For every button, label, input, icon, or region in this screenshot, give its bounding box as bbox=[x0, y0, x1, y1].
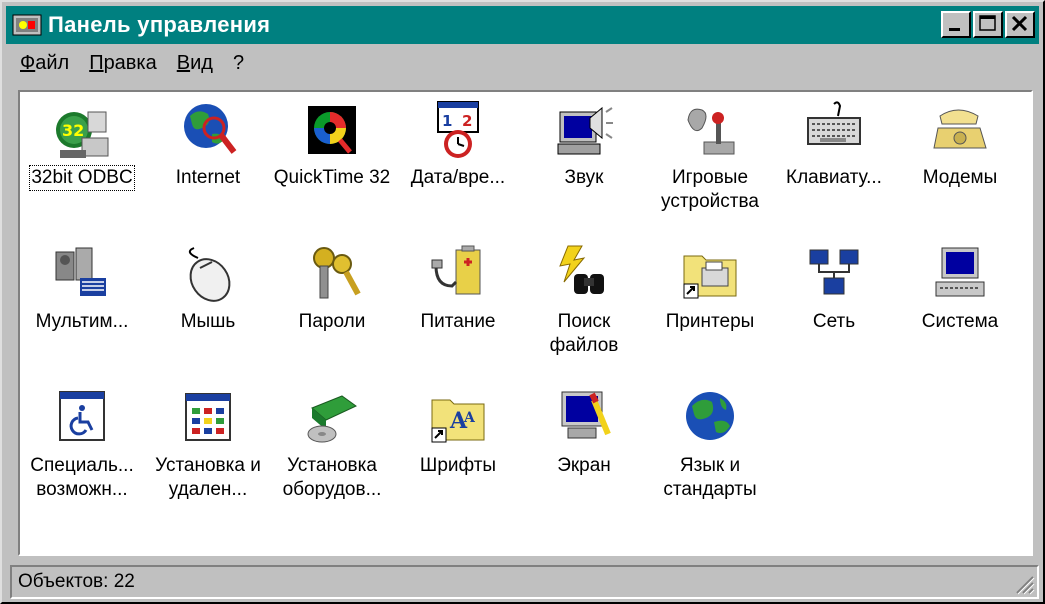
internet-globe-icon bbox=[184, 104, 237, 154]
icon-view: 32 32bit ODBC Internet QuickTime 32 1 2 … bbox=[18, 90, 1033, 556]
item-label: Клавиату... bbox=[786, 167, 882, 188]
minimize-button[interactable] bbox=[941, 11, 971, 38]
control-panel-item-date-time[interactable]: 1 2 Дата/вре... bbox=[396, 98, 520, 190]
item-label: Экран bbox=[557, 455, 611, 476]
menu-file[interactable]: Файл bbox=[20, 52, 69, 75]
control-panel-item-power[interactable]: Питание bbox=[396, 242, 520, 334]
svg-text:1: 1 bbox=[442, 112, 452, 130]
close-button[interactable] bbox=[1005, 11, 1035, 38]
item-label: Дата/вре... bbox=[410, 167, 506, 188]
add-hardware-icon bbox=[307, 395, 357, 443]
keyboard-icon bbox=[807, 101, 861, 145]
maximize-button[interactable] bbox=[973, 11, 1003, 38]
item-label: Система bbox=[921, 311, 999, 332]
item-label: 32bit ODBC bbox=[29, 165, 135, 191]
sound-icon bbox=[557, 106, 613, 155]
control-panel-item-display[interactable]: Экран bbox=[522, 386, 646, 478]
menu-view[interactable]: Вид bbox=[177, 52, 213, 75]
close-icon bbox=[1011, 15, 1028, 32]
maximize-icon bbox=[979, 15, 996, 31]
power-icon bbox=[431, 245, 481, 295]
control-panel-item-mouse[interactable]: Мышь bbox=[146, 242, 270, 334]
control-panel-item-fonts[interactable]: A A Шрифты bbox=[396, 386, 520, 478]
network-icon bbox=[809, 249, 859, 295]
window-title: Панель управления bbox=[48, 12, 271, 37]
minimize-icon bbox=[949, 28, 960, 31]
control-panel-item-add-hardware[interactable]: Установка оборудов... bbox=[270, 386, 394, 502]
item-label: Звук bbox=[564, 167, 604, 188]
control-panel-item-quicktime[interactable]: QuickTime 32 bbox=[270, 98, 394, 190]
menu-bar: Файл Правка Вид ? bbox=[6, 46, 250, 80]
accessibility-icon bbox=[59, 391, 105, 441]
control-panel-item-game-controllers[interactable]: Игровые устройства bbox=[648, 98, 772, 214]
item-label: Специаль... возможн... bbox=[30, 455, 134, 500]
control-panel-item-multimedia[interactable]: Мультим... bbox=[20, 242, 144, 334]
item-label: Установка оборудов... bbox=[282, 455, 382, 500]
find-files-icon bbox=[559, 245, 604, 294]
regional-settings-globe-icon bbox=[686, 392, 734, 440]
display-icon bbox=[561, 391, 611, 439]
item-label: Установка и удален... bbox=[155, 455, 261, 500]
item-label: Язык и стандарты bbox=[663, 455, 757, 500]
item-label: Шрифты bbox=[419, 455, 497, 476]
control-panel-item-modems[interactable]: Модемы bbox=[898, 98, 1022, 190]
resize-grip-icon[interactable] bbox=[1013, 573, 1035, 595]
item-label: QuickTime 32 bbox=[273, 167, 391, 188]
svg-text:A: A bbox=[463, 410, 476, 426]
title-bar[interactable]: Панель управления bbox=[6, 6, 1039, 44]
add-remove-programs-icon bbox=[185, 393, 231, 441]
menu-help[interactable]: ? bbox=[233, 52, 244, 75]
control-panel-item-passwords[interactable]: Пароли bbox=[270, 242, 394, 334]
control-panel-item-find-files[interactable]: Поиск файлов bbox=[522, 242, 646, 358]
control-panel-item-add-remove-programs[interactable]: Установка и удален... bbox=[146, 386, 270, 502]
control-panel-icon bbox=[12, 13, 42, 37]
control-panel-item-regional-settings[interactable]: Язык и стандарты bbox=[648, 386, 772, 502]
control-panel-window: Панель управления Файл Правка Вид ? 32 3… bbox=[0, 0, 1045, 604]
control-panel-item-keyboard[interactable]: Клавиату... bbox=[772, 98, 896, 190]
control-panel-item-accessibility[interactable]: Специаль... возможн... bbox=[20, 386, 144, 502]
status-bar: Объектов: 22 bbox=[10, 565, 1039, 599]
control-panel-item-odbc[interactable]: 32 32bit ODBC bbox=[20, 98, 144, 191]
item-label: Пароли bbox=[298, 311, 366, 332]
control-panel-item-sound[interactable]: Звук bbox=[522, 98, 646, 190]
item-label: Internet bbox=[175, 167, 241, 188]
menu-edit[interactable]: Правка bbox=[89, 52, 157, 75]
multimedia-icon bbox=[55, 247, 106, 296]
item-label: Модемы bbox=[922, 167, 998, 188]
quicktime-icon bbox=[308, 106, 356, 154]
control-panel-item-network[interactable]: Сеть bbox=[772, 242, 896, 334]
svg-text:2: 2 bbox=[462, 112, 472, 130]
date-time-icon: 1 2 bbox=[437, 101, 479, 158]
item-label: Принтеры bbox=[665, 311, 755, 332]
mouse-icon bbox=[188, 247, 231, 302]
item-label: Мультим... bbox=[35, 311, 129, 332]
control-panel-item-internet[interactable]: Internet bbox=[146, 98, 270, 190]
control-panel-item-printers[interactable]: Принтеры bbox=[648, 242, 772, 334]
control-panel-item-system[interactable]: Система bbox=[898, 242, 1022, 334]
fonts-folder-icon: A A bbox=[431, 399, 485, 443]
item-label: Питание bbox=[420, 311, 496, 332]
item-label: Мышь bbox=[180, 311, 236, 332]
item-label: Поиск файлов bbox=[549, 311, 619, 356]
odbc-icon: 32 bbox=[56, 111, 109, 158]
printers-folder-icon bbox=[683, 255, 737, 299]
system-computer-icon bbox=[935, 247, 985, 297]
object-count: Объектов: 22 bbox=[18, 571, 135, 592]
svg-text:32: 32 bbox=[62, 121, 84, 140]
item-label: Сеть bbox=[812, 311, 856, 332]
keys-icon bbox=[313, 247, 361, 299]
modem-icon bbox=[933, 109, 987, 149]
joystick-icon bbox=[687, 108, 735, 155]
item-label: Игровые устройства bbox=[661, 167, 759, 212]
